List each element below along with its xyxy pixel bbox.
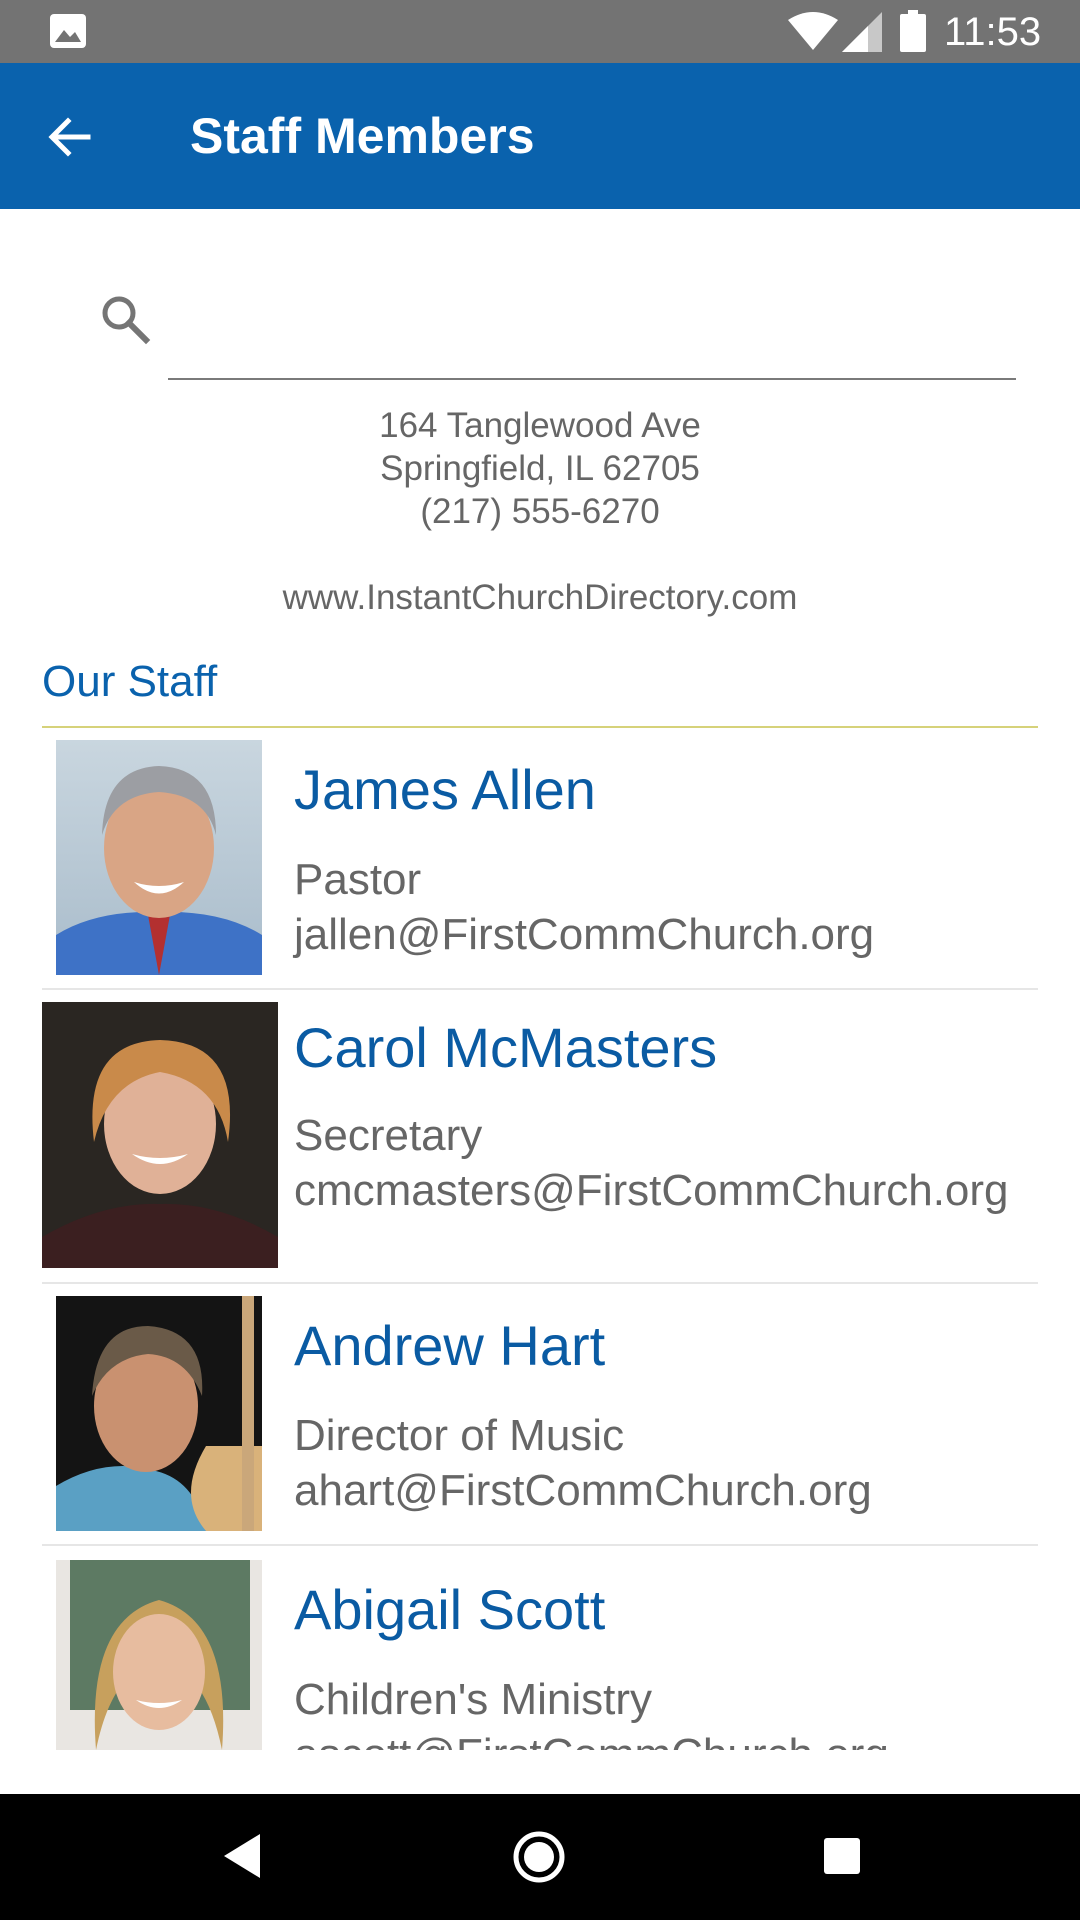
church-address: 164 Tanglewood Ave Springfield, IL 62705… — [0, 404, 1080, 533]
staff-email[interactable]: ascott@FirstCommChurch.org — [294, 1727, 1014, 1750]
staff-email[interactable]: ahart@FirstCommChurch.org — [294, 1463, 1014, 1518]
staff-role: Director of Music — [294, 1411, 625, 1460]
staff-photo — [42, 1002, 278, 1268]
staff-role: Pastor — [294, 855, 422, 904]
address-line-1: 164 Tanglewood Ave — [379, 406, 701, 445]
nav-home-icon[interactable] — [512, 1830, 566, 1884]
arrow-left-icon[interactable] — [44, 111, 96, 163]
nav-recents-icon[interactable] — [820, 1834, 864, 1878]
image-icon — [50, 14, 86, 48]
staff-email[interactable]: cmcmasters@FirstCommChurch.org — [294, 1163, 1014, 1218]
search-input[interactable] — [168, 290, 1016, 380]
staff-role: Children's Ministry — [294, 1675, 653, 1724]
search-icon — [102, 296, 151, 345]
staff-row-abigail-scott[interactable]: Abigail Scott Children's Ministry ascott… — [42, 1546, 1038, 1750]
staff-name: Abigail Scott — [294, 1578, 606, 1641]
church-phone[interactable]: (217) 555-6270 — [0, 490, 1080, 533]
staff-row-carol-mcmasters[interactable]: Carol McMasters Secretary cmcmasters@Fir… — [42, 990, 1038, 1284]
status-bar: 11:53 — [0, 0, 1080, 63]
staff-name: Carol McMasters — [294, 1016, 718, 1079]
staff-photo — [56, 1560, 262, 1750]
system-nav-bar — [0, 1794, 1080, 1920]
staff-row-andrew-hart[interactable]: Andrew Hart Director of Music ahart@Firs… — [42, 1284, 1038, 1546]
battery-icon — [900, 10, 926, 52]
staff-photo — [56, 740, 262, 975]
staff-name: James Allen — [294, 758, 596, 821]
church-website-link[interactable]: www.InstantChurchDirectory.com — [0, 576, 1080, 620]
app-bar: Staff Members — [0, 63, 1080, 209]
staff-name: Andrew Hart — [294, 1314, 606, 1377]
page-title: Staff Members — [190, 108, 535, 164]
wifi-icon — [788, 12, 838, 50]
status-time: 11:53 — [944, 10, 1042, 54]
nav-back-icon[interactable] — [222, 1832, 262, 1880]
signal-icon — [842, 12, 882, 52]
address-line-2: Springfield, IL 62705 — [380, 449, 700, 488]
staff-email[interactable]: jallen@FirstCommChurch.org — [294, 907, 1014, 962]
section-title: Our Staff — [42, 657, 218, 706]
staff-role: Secretary — [294, 1111, 483, 1160]
staff-photo — [56, 1296, 262, 1531]
staff-row-james-allen[interactable]: James Allen Pastor jallen@FirstCommChurc… — [42, 728, 1038, 990]
